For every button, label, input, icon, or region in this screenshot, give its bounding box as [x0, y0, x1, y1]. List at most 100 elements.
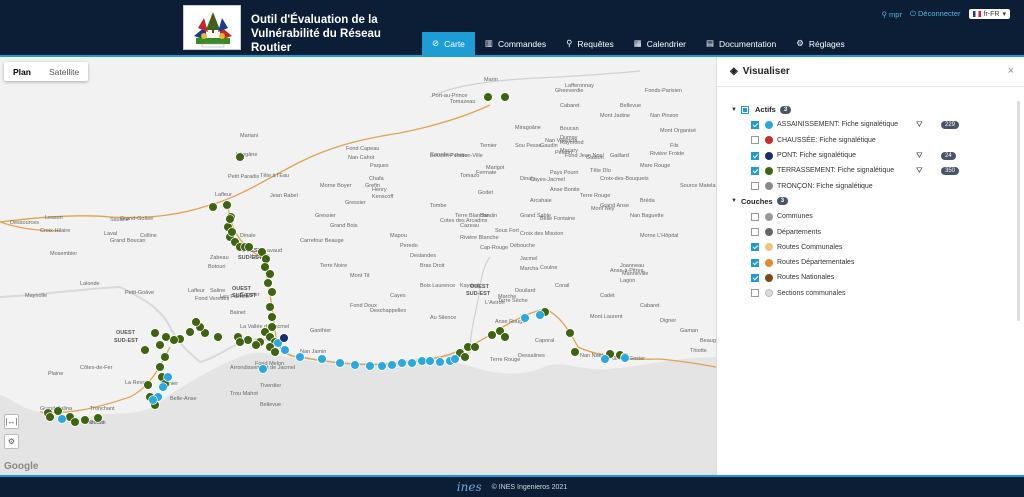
- layer-checkbox[interactable]: [751, 243, 759, 252]
- terrassement-marker[interactable]: [213, 332, 223, 342]
- assainissement-marker[interactable]: [520, 313, 530, 323]
- layer-item[interactable]: Départements: [731, 224, 1006, 239]
- panel-scrollbar[interactable]: [1017, 101, 1020, 321]
- layer-checkbox[interactable]: [751, 228, 759, 237]
- terrassement-marker[interactable]: [227, 227, 237, 237]
- nav-carte[interactable]: ⊘ Carte: [422, 32, 475, 55]
- terrassement-marker[interactable]: [169, 335, 179, 345]
- terrassement-marker[interactable]: [487, 330, 497, 340]
- layer-checkbox[interactable]: [751, 151, 759, 160]
- terrassement-marker[interactable]: [235, 337, 245, 347]
- assainissement-marker[interactable]: [258, 364, 268, 374]
- assainissement-marker[interactable]: [317, 354, 327, 364]
- terrassement-marker[interactable]: [45, 412, 55, 422]
- terrassement-marker[interactable]: [161, 332, 171, 342]
- terrassement-marker[interactable]: [191, 317, 201, 327]
- layer-item[interactable]: TERRASSEMENT: Fiche signalétique ⛛ 350: [731, 163, 1006, 178]
- assainissement-marker[interactable]: [407, 358, 417, 368]
- assainissement-marker[interactable]: [535, 310, 545, 320]
- assainissement-marker[interactable]: [365, 361, 375, 371]
- nav-requetes[interactable]: ⚲ Requêtes: [556, 32, 624, 55]
- map-type-satellite[interactable]: Satellite: [40, 62, 88, 81]
- terrassement-marker[interactable]: [265, 302, 275, 312]
- assainissement-marker[interactable]: [57, 414, 67, 424]
- layer-item[interactable]: PONT: Fiche signalétique ⛛ 24: [731, 148, 1006, 163]
- terrassement-marker[interactable]: [235, 152, 245, 162]
- terrassement-marker[interactable]: [143, 380, 153, 390]
- terrassement-marker[interactable]: [155, 362, 165, 372]
- terrassement-marker[interactable]: [267, 287, 277, 297]
- terrassement-marker[interactable]: [270, 347, 280, 357]
- layer-item[interactable]: Sections communales: [731, 286, 1006, 301]
- ruler-icon[interactable]: |↔|: [4, 414, 19, 429]
- nav-commandes[interactable]: ▥ Commandes: [475, 32, 556, 55]
- terrassement-marker[interactable]: [500, 92, 510, 102]
- layer-item[interactable]: Routes Communales: [731, 240, 1006, 255]
- layer-checkbox[interactable]: [751, 212, 759, 221]
- assainissement-marker[interactable]: [335, 358, 345, 368]
- assainissement-marker[interactable]: [148, 395, 158, 405]
- assainissement-marker[interactable]: [397, 358, 407, 368]
- gear-icon[interactable]: ⚙: [4, 434, 19, 449]
- map-type-plan[interactable]: Plan: [4, 62, 40, 81]
- layer-checkbox[interactable]: [751, 273, 759, 282]
- map-canvas[interactable]: Port-au-PrinceCarrefour Pétion-VilleMarin…: [0, 57, 716, 475]
- terrassement-marker[interactable]: [80, 415, 90, 425]
- filter-icon[interactable]: ⛛: [916, 120, 923, 130]
- terrassement-marker[interactable]: [160, 352, 170, 362]
- close-icon[interactable]: ×: [1008, 65, 1014, 77]
- terrassement-marker[interactable]: [244, 242, 254, 252]
- terrassement-marker[interactable]: [265, 269, 275, 279]
- layer-checkbox[interactable]: [751, 120, 759, 129]
- user-link[interactable]: ⚲ mpr: [881, 10, 902, 19]
- terrassement-marker[interactable]: [565, 328, 575, 338]
- terrassement-marker[interactable]: [155, 340, 165, 350]
- layer-item[interactable]: Communes: [731, 209, 1006, 224]
- terrassement-marker[interactable]: [70, 417, 80, 427]
- layer-checkbox[interactable]: [751, 166, 759, 175]
- assainissement-marker[interactable]: [295, 352, 305, 362]
- group-couches[interactable]: ▼ Couches 3: [731, 194, 1006, 209]
- assainissement-marker[interactable]: [600, 354, 610, 364]
- terrassement-marker[interactable]: [570, 347, 580, 357]
- layer-item[interactable]: Routes Départementales: [731, 255, 1006, 270]
- assainissement-marker[interactable]: [435, 357, 445, 367]
- layer-item[interactable]: TRONÇON: Fiche signalétique: [731, 178, 1006, 193]
- layer-checkbox[interactable]: [751, 258, 759, 267]
- layer-item[interactable]: ASSAINISSEMENT: Fiche signalétique ⛛ 229: [731, 117, 1006, 132]
- caret-down-icon[interactable]: ▼: [731, 198, 741, 204]
- caret-down-icon[interactable]: ▼: [731, 107, 741, 113]
- terrassement-marker[interactable]: [500, 332, 510, 342]
- group-actifs[interactable]: ▼ Actifs 3: [731, 102, 1006, 117]
- assainissement-marker[interactable]: [425, 356, 435, 366]
- assainissement-marker[interactable]: [163, 372, 173, 382]
- terrassement-marker[interactable]: [261, 254, 271, 264]
- layer-checkbox[interactable]: [751, 136, 759, 145]
- assainissement-marker[interactable]: [620, 353, 630, 363]
- layer-checkbox[interactable]: [751, 182, 759, 191]
- filter-icon[interactable]: ⛛: [916, 166, 923, 176]
- terrassement-marker[interactable]: [470, 342, 480, 352]
- assainissement-marker[interactable]: [350, 360, 360, 370]
- layer-item[interactable]: Routes Nationales: [731, 270, 1006, 285]
- language-select[interactable]: fr-FR ▾: [968, 9, 1010, 19]
- layer-item[interactable]: CHAUSSÉE: Fiche signalétique: [731, 133, 1006, 148]
- terrassement-marker[interactable]: [222, 200, 232, 210]
- group-checkbox[interactable]: [741, 105, 749, 114]
- terrassement-marker[interactable]: [251, 340, 261, 350]
- logout-link[interactable]: ⏻ Déconnecter: [910, 9, 961, 19]
- pont-marker[interactable]: [279, 333, 289, 343]
- assainissement-marker[interactable]: [377, 361, 387, 371]
- map-view[interactable]: Port-au-Prince Carrefour Pétion-Ville Marin…: [0, 57, 716, 475]
- terrassement-marker[interactable]: [267, 312, 277, 322]
- nav-documentation[interactable]: ▤ Documentation: [696, 32, 786, 55]
- assainissement-marker[interactable]: [280, 345, 290, 355]
- assainissement-marker[interactable]: [158, 382, 168, 392]
- nav-reglages[interactable]: ⚙ Réglages: [786, 32, 855, 55]
- terrassement-marker[interactable]: [150, 328, 160, 338]
- terrassement-marker[interactable]: [185, 327, 195, 337]
- nav-calendrier[interactable]: ▦ Calendrier: [624, 32, 696, 55]
- terrassement-marker[interactable]: [53, 406, 63, 416]
- assainissement-marker[interactable]: [417, 356, 427, 366]
- terrassement-marker[interactable]: [208, 202, 218, 212]
